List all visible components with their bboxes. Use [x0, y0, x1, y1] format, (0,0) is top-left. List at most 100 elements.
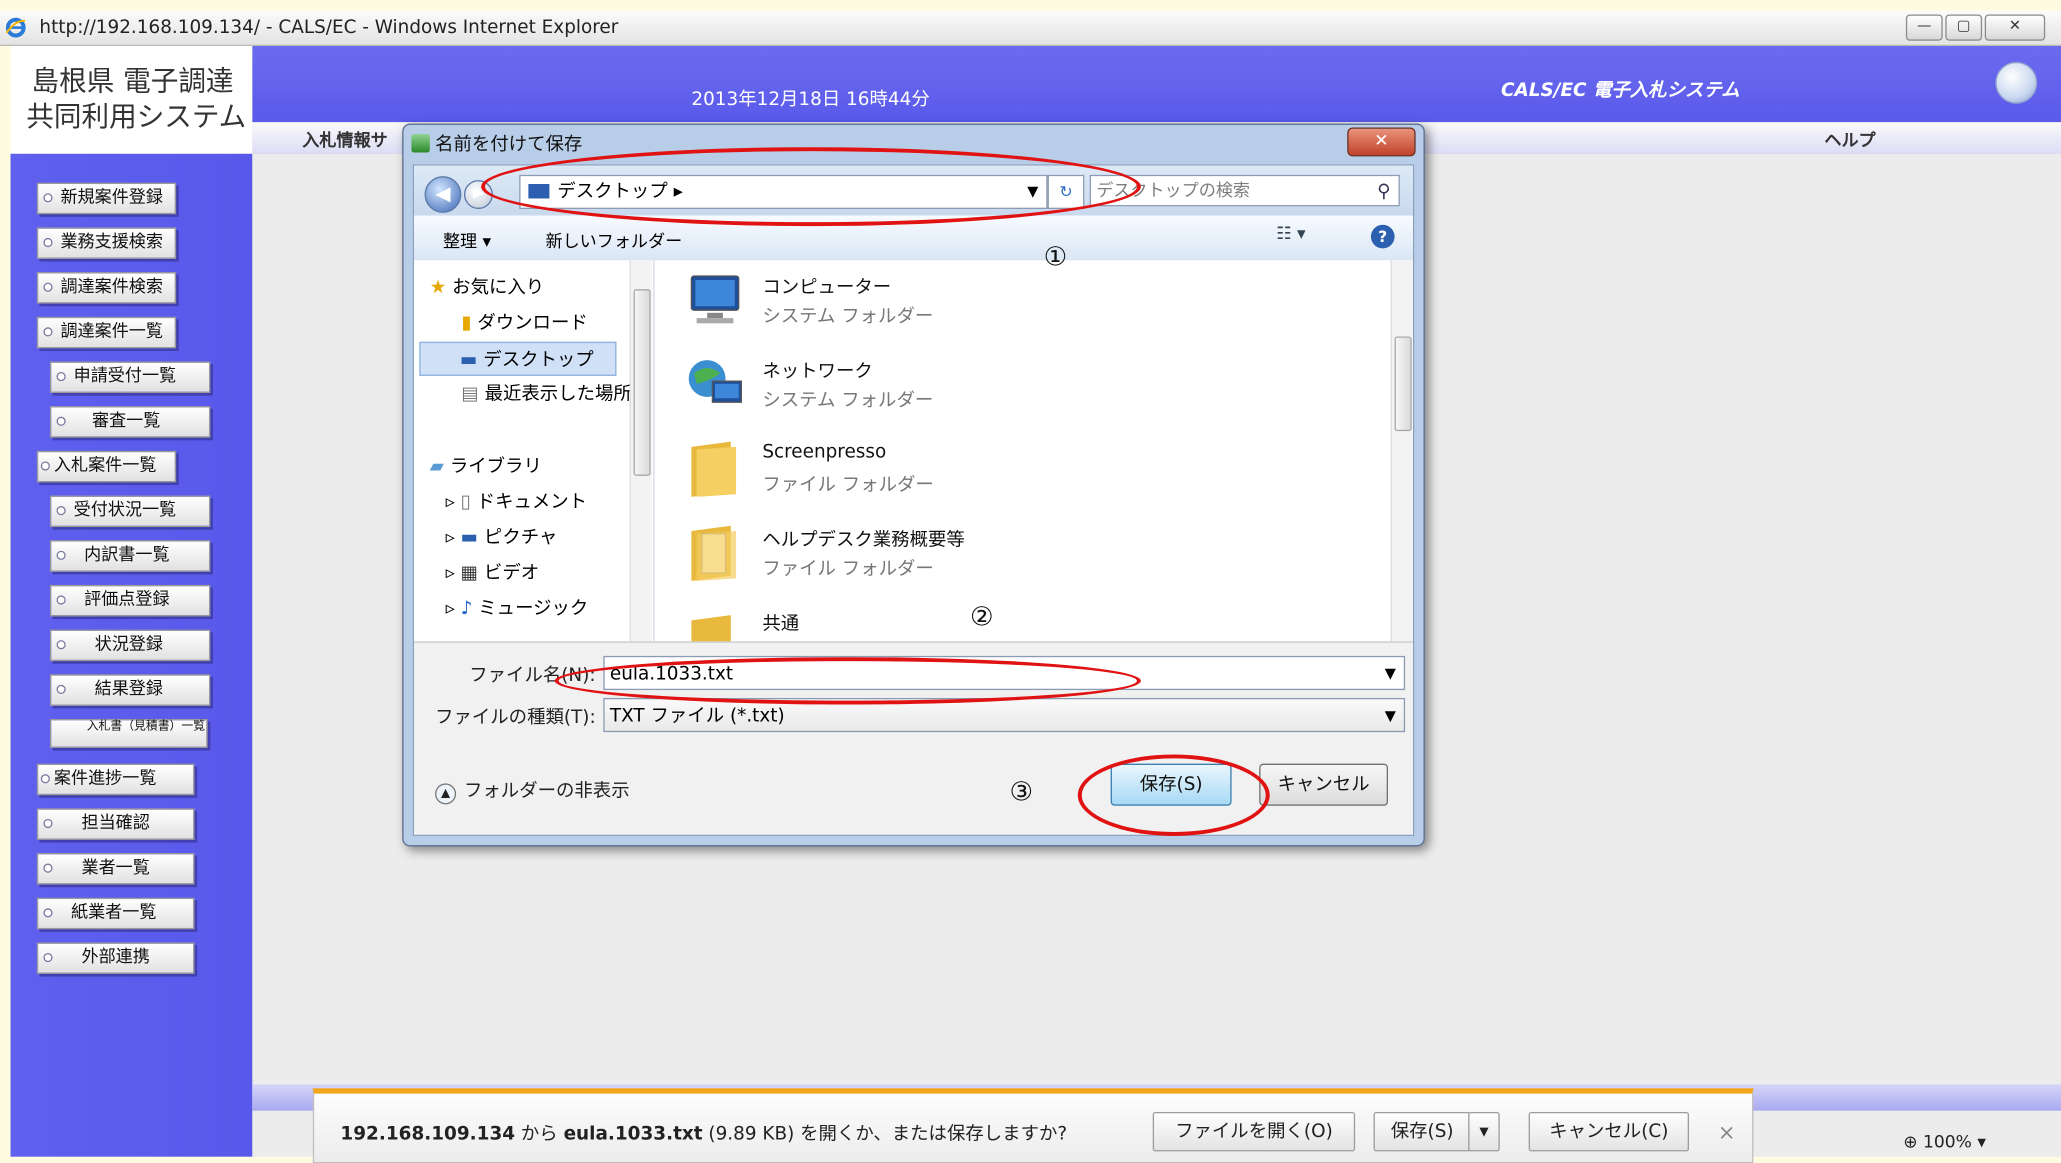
nav-libraries[interactable]: ▰ ライブラリ	[430, 452, 542, 478]
zoom-level[interactable]: ⊕ 100% ▾	[1903, 1133, 1986, 1153]
app-header: 2013年12月18日 16時44分 CALS/EC 電子入札システム	[252, 46, 2061, 123]
save-dialog-icon	[411, 134, 430, 153]
nav-pictures[interactable]: ▹ ▬ ピクチャ	[446, 523, 558, 549]
new-folder-button[interactable]: 新しいフォルダー	[545, 227, 682, 253]
step-number-3: ③	[1009, 775, 1034, 808]
sidebar-item-result-entry[interactable]: 結果登録	[49, 674, 211, 706]
sidebar-item-bid-list[interactable]: 入札案件一覧	[36, 450, 177, 483]
library-icon: ▰	[429, 456, 444, 478]
save-as-dialog: 名前を付けて保存 ✕ ◀ ▶ デスクトップ ▸ ▼ ↻ デスクトップの検索 ⚲ …	[402, 123, 1425, 847]
chevron-down-icon[interactable]: ▼	[1027, 176, 1038, 208]
forward-icon[interactable]: ▶	[463, 180, 493, 209]
open-file-button[interactable]: ファイルを開く(O)	[1152, 1111, 1356, 1152]
folder-icon	[691, 615, 731, 642]
file-item-network[interactable]: ネットワーク システム フォルダー	[683, 350, 1235, 426]
file-item-common[interactable]: 共通	[683, 602, 1235, 642]
sidebar-item-score-entry[interactable]: 評価点登録	[49, 584, 211, 617]
filetype-select[interactable]: TXT ファイル (*.txt) ▼	[603, 697, 1406, 733]
dialog-close-button[interactable]: ✕	[1347, 127, 1416, 157]
search-input[interactable]: デスクトップの検索 ⚲	[1089, 174, 1400, 207]
nav-scroll-thumb[interactable]	[633, 289, 651, 476]
logo: 島根県 電子調達 共同利用システム	[10, 46, 254, 154]
file-type: ファイル フォルダー	[762, 474, 934, 496]
file-item-helpdesk[interactable]: ヘルプデスク業務概要等 ファイル フォルダー	[683, 518, 1235, 594]
file-type: ファイル フォルダー	[762, 558, 934, 580]
sidebar-item-application-list[interactable]: 申請受付一覧	[49, 361, 211, 394]
file-name: ネットワーク	[762, 361, 873, 383]
logo-line1: 島根県 電子調達	[31, 65, 234, 98]
recent-places-icon: ▤	[461, 383, 479, 405]
nav-desktop[interactable]: ▬ デスクトップ	[419, 341, 617, 376]
minimize-button[interactable]: —	[1905, 14, 1943, 41]
document-icon: ▯	[460, 491, 471, 513]
download-cancel-button[interactable]: キャンセル(C)	[1528, 1111, 1690, 1152]
sidebar-item-procurement-list[interactable]: 調達案件一覧	[36, 316, 177, 349]
sidebar-item-status-entry[interactable]: 状況登録	[49, 629, 211, 662]
help-icon[interactable]: ?	[1370, 224, 1395, 249]
navigation-pane: ★ お気に入り ▮ ダウンロード ▬ デスクトップ ▤ 最近表示した場所 ▰ ラ…	[414, 260, 655, 642]
sidebar-item-staff-check[interactable]: 担当確認	[36, 808, 195, 840]
step-number-1: ①	[1043, 240, 1068, 273]
sidebar-item-support-search[interactable]: 業務支援検索	[36, 227, 177, 259]
file-scroll-thumb[interactable]	[1394, 336, 1412, 432]
file-scrollbar[interactable]	[1390, 260, 1413, 642]
desktop-icon: ▬	[460, 349, 478, 371]
window-titlebar: http://192.168.109.134/ - CALS/EC - Wind…	[0, 10, 2061, 47]
file-item-screenpresso[interactable]: Screenpresso ファイル フォルダー	[683, 434, 1235, 510]
step-number-2: ②	[970, 600, 994, 633]
computer-icon	[690, 275, 740, 324]
chevron-down-icon[interactable]: ▼	[1385, 657, 1396, 691]
close-icon[interactable]: ×	[1718, 1120, 1736, 1145]
sidebar-item-breakdown-list[interactable]: 内訳書一覧	[49, 540, 211, 572]
sidebar-item-reception-status[interactable]: 受付状況一覧	[49, 495, 211, 528]
search-icon: ⚲	[1377, 181, 1391, 203]
nav-scrollbar[interactable]	[629, 260, 652, 642]
datetime: 2013年12月18日 16時44分	[691, 89, 930, 111]
nav-documents[interactable]: ▹ ▯ ドキュメント	[446, 488, 588, 514]
restore-button[interactable]: ▢	[1945, 14, 1983, 41]
save-button[interactable]: 保存(S)	[1110, 763, 1232, 806]
view-options-icon[interactable]: ☷ ▾	[1276, 225, 1305, 245]
zoom-value: 100%	[1923, 1133, 1972, 1153]
filename-field[interactable]: eula.1033.txt ▼	[603, 655, 1406, 691]
sidebar-item-progress-list[interactable]: 案件進捗一覧	[36, 763, 195, 796]
chevron-down-icon[interactable]: ▼	[1385, 699, 1396, 733]
address-bar[interactable]: デスクトップ ▸ ▼	[519, 174, 1048, 209]
nav-videos[interactable]: ▹ ▦ ビデオ	[446, 559, 540, 585]
hide-folders-toggle[interactable]: ▲ フォルダーの非表示	[435, 777, 630, 805]
gear-icon[interactable]	[1995, 61, 2038, 104]
sidebar-item-paper-vendor-list[interactable]: 紙業者一覧	[36, 897, 195, 930]
sidebar-item-external-link[interactable]: 外部連携	[36, 942, 195, 974]
sidebar-item-new-project[interactable]: 新規案件登録	[36, 182, 177, 215]
dialog-form: ファイル名(N): eula.1033.txt ▼ ファイルの種類(T): TX…	[414, 641, 1413, 835]
file-item-computer[interactable]: コンピューター システム フォルダー	[683, 266, 1235, 342]
file-name: 共通	[762, 613, 800, 635]
refresh-icon[interactable]: ↻	[1047, 174, 1085, 209]
help-link[interactable]: ヘルプ	[1824, 126, 1875, 151]
download-host: 192.168.109.134	[340, 1123, 516, 1145]
folder-icon	[691, 525, 737, 581]
screen: http://192.168.109.134/ - CALS/EC - Wind…	[0, 0, 2061, 1163]
nav-recent[interactable]: ▤ 最近表示した場所	[461, 380, 631, 406]
sidebar-item-bid-document-list[interactable]: 入札書（見積書）一覧	[49, 718, 208, 748]
sidebar-item-procurement-search[interactable]: 調達案件検索	[36, 272, 177, 304]
download-save-button[interactable]: 保存(S)	[1373, 1111, 1471, 1152]
nav-music[interactable]: ▹ ♪ ミュージック	[446, 594, 589, 620]
filename-value: eula.1033.txt	[609, 663, 734, 685]
address-chevron-icon: ▸	[673, 181, 683, 203]
tab-bid-info[interactable]: 入札情報サ	[302, 126, 387, 151]
nav-favorites[interactable]: ★ お気に入り	[430, 273, 544, 299]
organize-button[interactable]: 整理 ▾	[443, 227, 491, 253]
network-icon	[688, 360, 742, 403]
window-close-button[interactable]: ✕	[1984, 14, 2046, 41]
dialog-title: 名前を付けて保存	[435, 134, 583, 156]
picture-icon: ▬	[460, 527, 479, 549]
back-icon[interactable]: ◀	[424, 176, 462, 213]
chevron-up-icon: ▲	[435, 783, 457, 805]
sidebar-item-review-list[interactable]: 審査一覧	[49, 406, 211, 438]
sidebar-item-vendor-list[interactable]: 業者一覧	[36, 853, 195, 885]
nav-downloads[interactable]: ▮ ダウンロード	[461, 309, 587, 335]
cancel-button[interactable]: キャンセル	[1259, 763, 1389, 806]
save-dropdown-icon[interactable]: ▾	[1468, 1111, 1500, 1152]
downloads-icon: ▮	[461, 312, 472, 334]
